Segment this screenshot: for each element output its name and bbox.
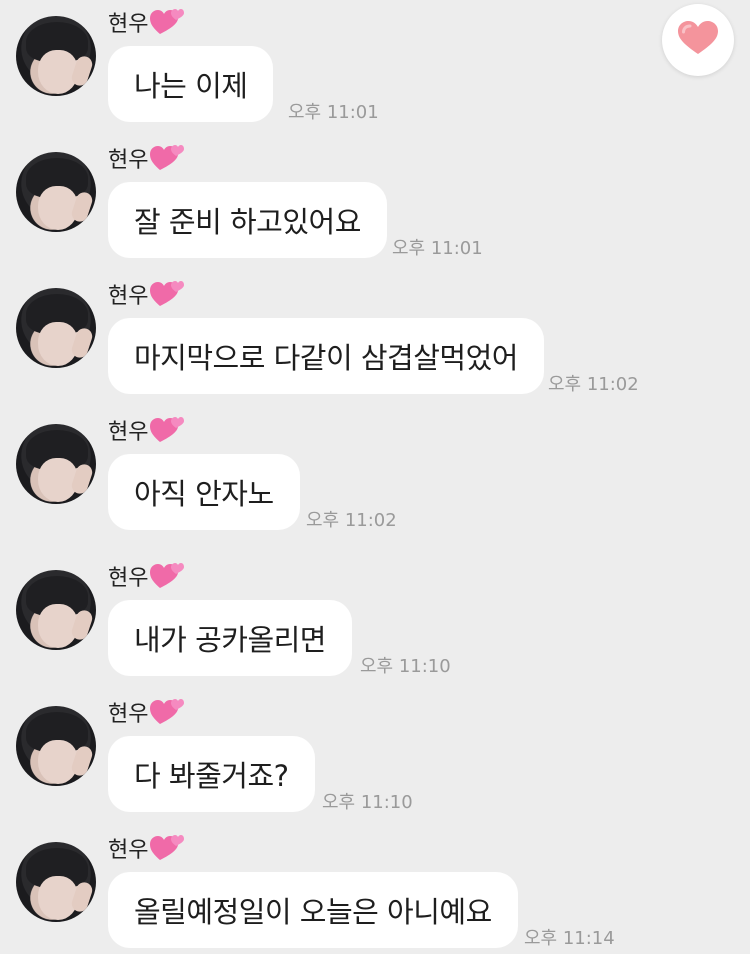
message-row: 현우 마지막으로 다같이 삼겹살먹었어 오후 11:02 — [0, 280, 750, 400]
sender-name: 현우 — [108, 566, 149, 591]
message-timestamp: 오후 11:01 — [288, 102, 379, 123]
sender-name: 현우 — [108, 148, 149, 173]
two-hearts-icon — [150, 8, 185, 36]
message-bubble[interactable]: 다 봐줄거죠? — [108, 736, 315, 812]
sender-name-row: 현우 — [108, 828, 185, 868]
sender-name-row: 현우 — [108, 274, 185, 314]
avatar[interactable] — [16, 152, 96, 232]
sender-name-row: 현우 — [108, 2, 185, 42]
avatar[interactable] — [16, 570, 96, 650]
message-bubble[interactable]: 마지막으로 다같이 삼겹살먹었어 — [108, 318, 544, 394]
chat-message-list[interactable]: 현우 나는 이제 오후 11:01 현우 잘 준비 하고있어요 오후 11:01… — [0, 0, 750, 953]
avatar[interactable] — [16, 424, 96, 504]
message-bubble[interactable]: 올릴예정일이 오늘은 아니예요 — [108, 872, 518, 948]
avatar[interactable] — [16, 288, 96, 368]
sender-name-row: 현우 — [108, 410, 185, 450]
message-timestamp: 오후 11:10 — [322, 792, 413, 813]
message-timestamp: 오후 11:10 — [360, 656, 451, 677]
message-row: 현우 올릴예정일이 오늘은 아니예요 오후 11:14 — [0, 834, 750, 954]
message-timestamp: 오후 11:01 — [392, 238, 483, 259]
message-row: 현우 잘 준비 하고있어요 오후 11:01 — [0, 144, 750, 264]
sender-name: 현우 — [108, 420, 149, 445]
avatar[interactable] — [16, 842, 96, 922]
sender-name-row: 현우 — [108, 138, 185, 178]
two-hearts-icon — [150, 144, 185, 172]
message-bubble[interactable]: 나는 이제 — [108, 46, 274, 122]
message-bubble[interactable]: 잘 준비 하고있어요 — [108, 182, 387, 258]
sender-name-row: 현우 — [108, 692, 185, 732]
avatar[interactable] — [16, 706, 96, 786]
two-hearts-icon — [150, 416, 185, 444]
two-hearts-icon — [150, 562, 185, 590]
message-bubble[interactable]: 아직 안자노 — [108, 454, 300, 530]
message-timestamp: 오후 11:14 — [524, 928, 615, 949]
sender-name: 현우 — [108, 284, 149, 309]
message-timestamp: 오후 11:02 — [548, 374, 639, 395]
sender-name: 현우 — [108, 702, 149, 727]
sender-name: 현우 — [108, 838, 149, 863]
heart-reaction-button[interactable] — [662, 4, 734, 76]
two-hearts-icon — [150, 834, 185, 862]
message-timestamp: 오후 11:02 — [306, 510, 397, 531]
message-row: 현우 다 봐줄거죠? 오후 11:10 — [0, 698, 750, 818]
heart-icon — [677, 20, 719, 60]
avatar[interactable] — [16, 16, 96, 96]
two-hearts-icon — [150, 698, 185, 726]
sender-name: 현우 — [108, 12, 149, 37]
message-bubble[interactable]: 내가 공카올리면 — [108, 600, 352, 676]
message-row: 현우 내가 공카올리면 오후 11:10 — [0, 562, 750, 682]
two-hearts-icon — [150, 280, 185, 308]
message-row: 현우 나는 이제 오후 11:01 — [0, 8, 750, 128]
message-row: 현우 아직 안자노 오후 11:02 — [0, 416, 750, 536]
sender-name-row: 현우 — [108, 556, 185, 596]
